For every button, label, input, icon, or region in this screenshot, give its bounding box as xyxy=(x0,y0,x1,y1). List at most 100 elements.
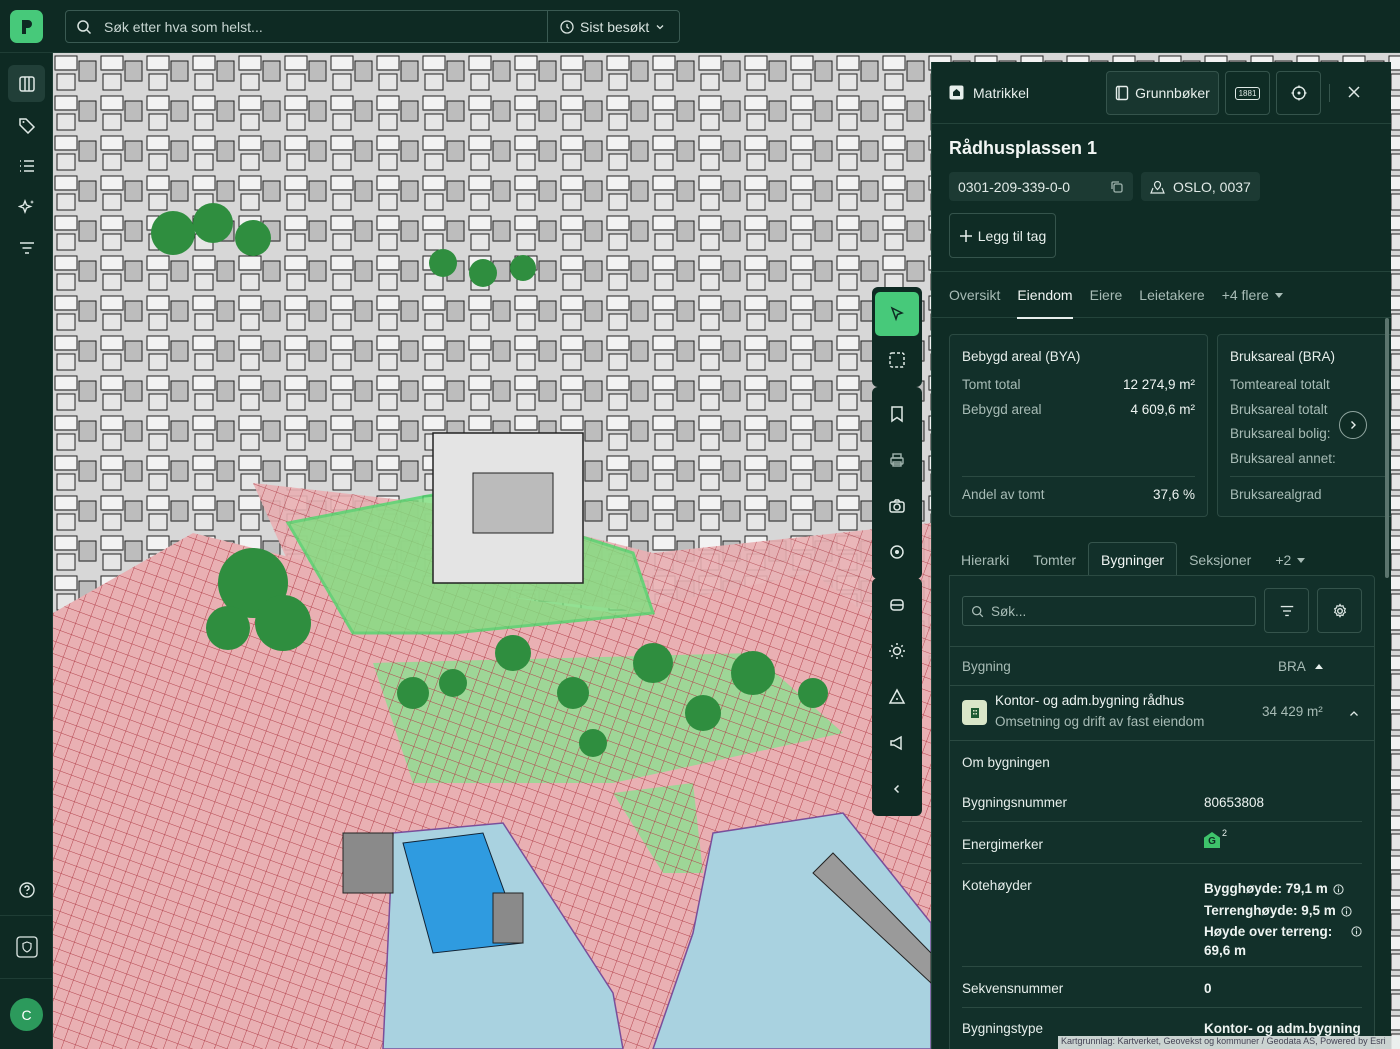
measure-tool-button[interactable] xyxy=(875,675,919,719)
list-icon xyxy=(19,159,34,172)
building-type-icon xyxy=(962,700,987,725)
filter-icon xyxy=(19,241,34,254)
area-select-tool-button[interactable] xyxy=(875,338,919,382)
matrikkel-id-chip[interactable]: 0301-209-339-0-0 xyxy=(949,172,1133,201)
bra-divider xyxy=(1230,476,1385,477)
print-tool-button[interactable] xyxy=(875,438,919,482)
app-logo[interactable] xyxy=(10,10,43,43)
collapse-toolbar-button[interactable] xyxy=(875,767,919,811)
heights-values: Bygghøyde: 79,1 m Terrenghøyde: 9,5 m Hø… xyxy=(1204,878,1364,960)
sequence-value: 0 xyxy=(1204,981,1212,996)
grunnboker-label: Grunnbøker xyxy=(1135,85,1210,101)
bya-row-tomt: Tomt total 12 274,9 m² xyxy=(962,377,1195,392)
chevron-right-icon xyxy=(1351,421,1356,429)
camera-icon xyxy=(889,499,905,513)
subtab-tomter[interactable]: Tomter xyxy=(1021,544,1088,576)
grunnboker-button[interactable]: Grunnbøker xyxy=(1106,71,1219,115)
detail-divider xyxy=(962,863,1362,864)
panel-scrollbar[interactable] xyxy=(1385,318,1389,578)
caret-down-icon xyxy=(1274,292,1283,298)
megaphone-icon xyxy=(890,735,902,751)
subtab-bygninger[interactable]: Bygninger xyxy=(1088,542,1178,576)
rail-map-layers-button[interactable] xyxy=(8,65,45,102)
building-settings-button[interactable] xyxy=(1317,588,1362,633)
map-action-tools xyxy=(872,387,922,579)
tab-oversikt[interactable]: Oversikt xyxy=(949,271,1000,318)
basemap-tool-button[interactable] xyxy=(875,583,919,627)
copy-icon xyxy=(1111,180,1123,193)
rail-tags-button[interactable] xyxy=(8,106,45,143)
screenshot-tool-button[interactable] xyxy=(875,484,919,528)
pier-building-1 xyxy=(342,832,394,894)
chevron-up-icon[interactable] xyxy=(1349,709,1359,719)
app-root: Søk etter hva som helst... Sist besøkt C… xyxy=(0,0,1400,1049)
panel-title: Matrikkel xyxy=(973,84,1030,101)
info-icon[interactable] xyxy=(1341,905,1352,917)
bookmark-tool-button[interactable] xyxy=(875,392,919,436)
map-pin-area-icon xyxy=(1150,180,1165,194)
terrain-height: Terrenghøyde: 9,5 m xyxy=(1204,903,1336,918)
map-attribution: Kartgrunnlag: Kartverket, Geovekst og ko… xyxy=(1058,1036,1400,1049)
sequence-label: Sekvensnummer xyxy=(962,981,1064,996)
locate-property-button[interactable] xyxy=(1276,71,1321,115)
rail-filter-button[interactable] xyxy=(8,229,45,266)
user-avatar[interactable]: C xyxy=(10,998,43,1031)
search-input[interactable]: Søk etter hva som helst... xyxy=(66,11,548,42)
tab-leietakere[interactable]: Leietakere xyxy=(1139,271,1204,318)
recent-dropdown[interactable]: Sist besøkt xyxy=(548,19,665,35)
rail-ai-button[interactable] xyxy=(8,188,45,225)
caret-down-icon xyxy=(1297,558,1306,563)
gear-icon xyxy=(1333,602,1346,618)
bya-divider xyxy=(962,476,1195,477)
map-select-tools xyxy=(872,287,922,387)
about-building-title: Om bygningen xyxy=(962,755,1050,770)
search-placeholder: Søk etter hva som helst... xyxy=(104,18,263,35)
building-number-value: 80653808 xyxy=(1204,795,1265,810)
subtab-seksjoner[interactable]: Seksjoner xyxy=(1177,544,1263,576)
add-tag-button[interactable]: Legg til tag xyxy=(949,213,1056,258)
tab-more[interactable]: +4 flere xyxy=(1222,271,1284,318)
pointer-tool-button[interactable] xyxy=(875,292,919,336)
crosshair-icon xyxy=(1291,85,1306,101)
tab-eiere[interactable]: Eiere xyxy=(1090,271,1123,318)
announce-tool-button[interactable] xyxy=(875,721,919,765)
bya-row-label: Bebygd areal xyxy=(962,402,1042,417)
energy-badge[interactable]: G 2 xyxy=(1204,828,1227,848)
cards-next-button[interactable] xyxy=(1339,411,1367,439)
building-filter-button[interactable] xyxy=(1264,588,1309,633)
building-height: Bygghøyde: 79,1 m xyxy=(1204,881,1328,896)
table-row[interactable]: Kontor- og adm.bygning rådhus Omsetning … xyxy=(950,686,1374,741)
building-height-row: Bygghøyde: 79,1 m xyxy=(1204,878,1364,900)
subtab-hierarki[interactable]: Hierarki xyxy=(949,544,1021,576)
building-search-input[interactable]: Søk... xyxy=(962,596,1256,626)
location-chip: OSLO, 0037 xyxy=(1141,172,1260,201)
filter-icon xyxy=(1280,605,1293,616)
height-above-terrain-row: Høyde over terreng: 69,6 m xyxy=(1204,922,1364,960)
pier-building-2 xyxy=(492,892,524,944)
rail-app-badge-button[interactable] xyxy=(8,928,45,965)
bra-row: Bruksareal annet: xyxy=(1230,451,1336,466)
col-building[interactable]: Bygning xyxy=(962,659,1011,674)
close-panel-button[interactable] xyxy=(1346,84,1362,105)
locate-tool-button[interactable] xyxy=(875,530,919,574)
header-divider xyxy=(1329,84,1330,102)
register-1881-button[interactable]: 1881 xyxy=(1225,71,1270,115)
printer-icon xyxy=(890,453,904,467)
matrikkel-id: 0301-209-339-0-0 xyxy=(958,178,1071,195)
bra-row: Tomteareal totalt xyxy=(1230,377,1330,392)
rail-list-button[interactable] xyxy=(8,147,45,184)
tab-eiendom[interactable]: Eiendom xyxy=(1017,271,1073,319)
sun-icon xyxy=(889,643,905,659)
detail-divider xyxy=(962,1007,1362,1008)
buildings-table-header: Bygning BRA xyxy=(950,646,1374,686)
city-hall-roof xyxy=(472,472,554,534)
building-search-placeholder: Søk... xyxy=(991,603,1027,619)
info-icon[interactable] xyxy=(1333,883,1344,895)
sun-tool-button[interactable] xyxy=(875,629,919,673)
info-icon[interactable] xyxy=(1351,926,1362,937)
rail-help-button[interactable] xyxy=(8,871,45,908)
left-rail: C xyxy=(0,53,53,1049)
bra-footer-label: Bruksarealgrad xyxy=(1230,487,1322,502)
col-bra-sort[interactable]: BRA xyxy=(1278,659,1324,674)
subtab-more[interactable]: +2 xyxy=(1263,544,1318,576)
